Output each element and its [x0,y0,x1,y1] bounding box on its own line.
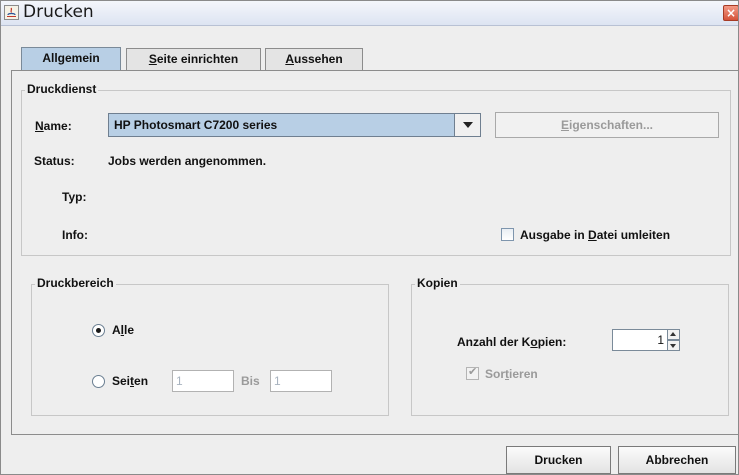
collate-text: Sor [485,367,506,381]
close-icon: × [725,6,737,20]
seiten-text: Sei [112,374,131,388]
print-to-file-checkbox[interactable] [501,228,514,241]
copies-decrement-icon[interactable] [667,340,680,351]
window-title: Drucken [23,2,94,22]
tab-label-mnemonic: g [57,51,65,65]
alle-text: le [124,323,135,337]
java-app-icon [4,5,19,20]
typ-label: Typ: [62,190,87,204]
name-label-text: ame: [43,119,72,133]
druckbereich-title: Druckbereich [35,276,116,290]
collate-label[interactable]: Sortieren [485,367,538,381]
print-to-file-text: atei umleiten [596,228,671,242]
alle-text: A [112,323,121,337]
print-dialog: Drucken × Allgemein Seite einrichten Aus… [0,0,739,475]
close-button[interactable]: × [723,5,738,21]
alle-label[interactable]: Alle [112,323,134,337]
tab-seite-einrichten[interactable]: Seite einrichten [126,48,261,70]
copies-label: Anzahl der Kopien: [457,335,566,349]
properties-button[interactable]: Eigenschaften... [495,112,719,138]
seiten-label[interactable]: Seiten [112,374,148,388]
radio-seiten[interactable] [92,375,105,388]
printer-select-value: HP Photosmart C7200 series [114,118,278,132]
radio-selected-dot [96,328,101,333]
page-to-field[interactable]: 1 [270,370,332,392]
tab-label-mnemonic: A [285,52,294,66]
copies-text: pien: [537,335,567,349]
name-label-mnemonic: N [35,119,44,133]
chevron-down-icon[interactable] [454,114,480,136]
kopien-title: Kopien [415,276,460,290]
tab-label: eite einrichten [156,52,239,66]
radio-alle[interactable] [92,324,105,337]
copies-input[interactable]: 1 [612,329,668,351]
tab-aussehen[interactable]: Aussehen [265,48,363,70]
properties-mnemonic: E [560,118,569,132]
bis-label: Bis [241,374,260,388]
tab-label: emein [65,51,100,65]
page-from-field[interactable]: 1 [172,370,234,392]
printer-select[interactable]: HP Photosmart C7200 series [108,113,481,137]
status-value: Jobs werden angenommen. [108,154,267,168]
properties-label: igenschaften... [568,118,654,132]
print-to-file-text: Ausgabe in [520,228,589,242]
copies-text: Anzahl der K [457,335,531,349]
tab-allgemein[interactable]: Allgemein [21,47,121,71]
checkmark-icon: ✔ [468,365,478,378]
kopien-group [411,284,729,416]
name-label: Name: [35,119,72,133]
druckbereich-group [31,284,389,416]
info-label: Info: [62,228,88,242]
collate-checkbox[interactable]: ✔ [466,365,479,380]
collate-text: ieren [509,367,538,381]
tab-label: ussehen [293,52,343,66]
title-bar: Drucken × [1,1,738,26]
druckdienst-title: Druckdienst [25,82,99,96]
cancel-button[interactable]: Abbrechen [618,446,736,474]
tab-label-mnemonic: S [148,52,157,66]
status-label: Status: [34,154,75,168]
print-button[interactable]: Drucken [506,446,611,474]
print-to-file-mnemonic: D [588,228,597,242]
copies-increment-icon[interactable] [667,329,680,340]
seiten-text: en [134,374,149,388]
copies-mnemonic: o [530,335,538,349]
print-to-file-label[interactable]: Ausgabe in Datei umleiten [520,228,670,242]
tab-label: All [42,51,58,65]
